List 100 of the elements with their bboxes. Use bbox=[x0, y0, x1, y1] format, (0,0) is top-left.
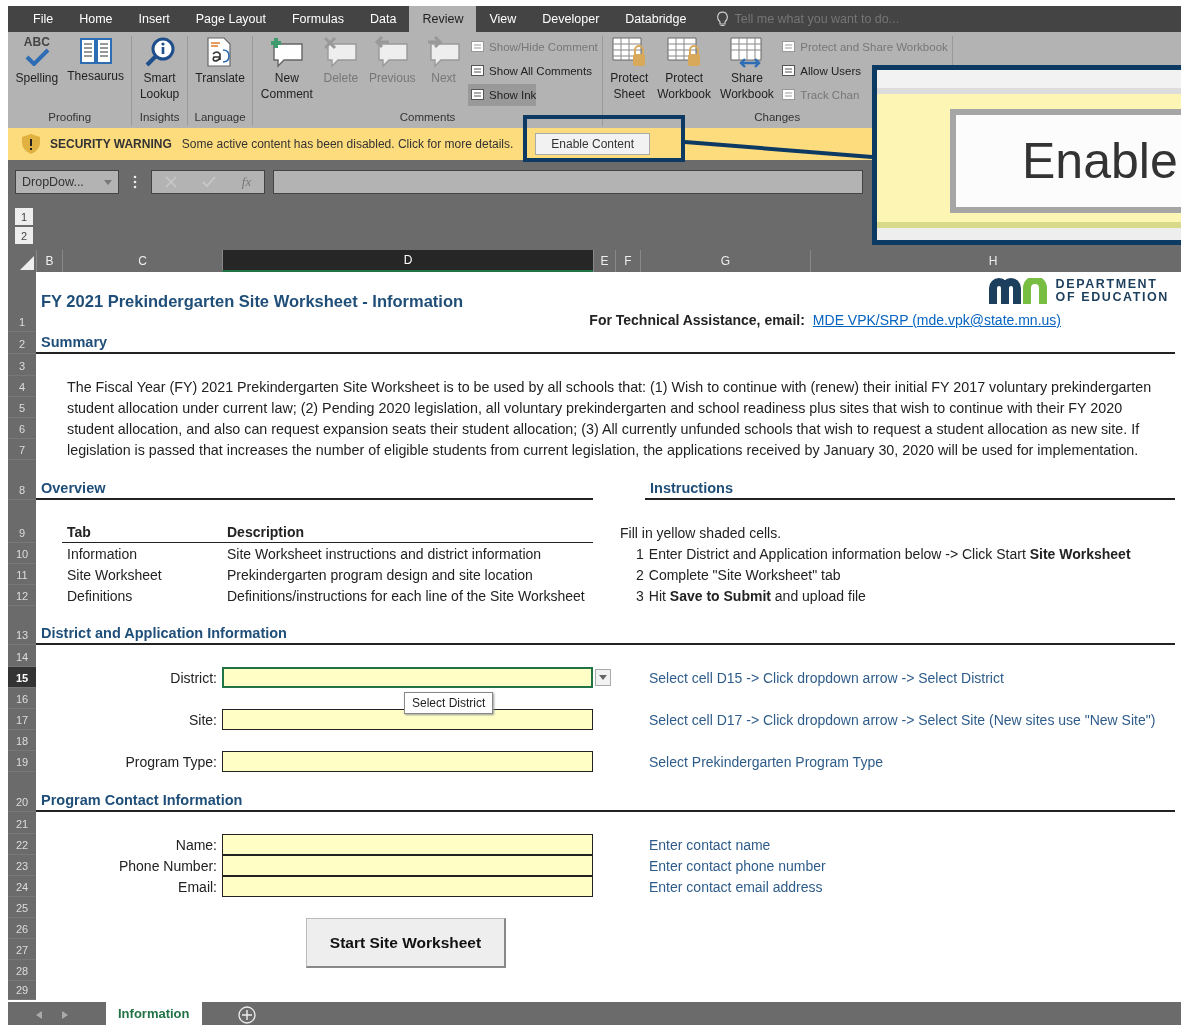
summary-text: legislation is passed that increases the number of eligible students from current legislation, the applications received by January 30, 2020 will be used for implementation. bbox=[66, 440, 1140, 460]
step-number: 2 bbox=[636, 566, 644, 583]
row-header[interactable]: 26 bbox=[8, 918, 36, 939]
ribbon-button[interactable]: Protect Workbook bbox=[653, 36, 715, 102]
ribbon-tab[interactable]: Developer bbox=[529, 6, 613, 32]
row-header[interactable]: 15 bbox=[8, 667, 36, 688]
row-header[interactable]: 25 bbox=[8, 897, 36, 918]
row-header[interactable]: 3 bbox=[8, 354, 36, 376]
ribbon-tab[interactable]: Page Layout bbox=[182, 6, 279, 32]
ribbon-tab[interactable]: View bbox=[476, 6, 530, 32]
hint-text: Enter contact name bbox=[648, 835, 772, 855]
column-header[interactable]: D bbox=[222, 250, 593, 272]
row-header[interactable]: 11 bbox=[8, 564, 36, 585]
row-header[interactable]: 16 bbox=[8, 688, 36, 709]
row-header[interactable]: 2 bbox=[8, 332, 36, 354]
input-field[interactable] bbox=[222, 709, 593, 730]
select-all-icon[interactable] bbox=[20, 256, 34, 270]
outline-level-button[interactable]: 2 bbox=[15, 227, 33, 244]
table-cell-text: Definitions bbox=[66, 586, 134, 606]
ribbon-tab[interactable]: Formulas bbox=[278, 6, 358, 32]
column-header[interactable]: E bbox=[593, 250, 615, 272]
row-header[interactable]: 8 bbox=[8, 460, 36, 500]
email-link[interactable]: MDE VPK/SRP (mde.vpk@state.mn.us) bbox=[812, 312, 1061, 328]
row-header[interactable]: 18 bbox=[8, 730, 36, 751]
row-header[interactable]: 5 bbox=[8, 397, 36, 418]
row-header[interactable]: 19 bbox=[8, 751, 36, 772]
row-header[interactable]: 22 bbox=[8, 834, 36, 855]
ribbon-button[interactable]: New Comment bbox=[257, 36, 317, 102]
ribbon-tab[interactable]: Data bbox=[357, 6, 410, 32]
row-header[interactable]: 17 bbox=[8, 709, 36, 730]
warning-shield-icon bbox=[22, 134, 40, 154]
row-header[interactable]: 6 bbox=[8, 418, 36, 439]
row-header[interactable]: 27 bbox=[8, 939, 36, 960]
group-label: Language bbox=[193, 111, 247, 125]
step-number: 1 bbox=[636, 545, 644, 562]
row-header[interactable]: 13 bbox=[8, 606, 36, 645]
enable-content-button[interactable]: Enable Content bbox=[535, 133, 651, 155]
ribbon-button[interactable]: Translate bbox=[191, 36, 249, 86]
row-header[interactable]: 7 bbox=[8, 439, 36, 460]
column-header[interactable]: B bbox=[36, 250, 62, 272]
share-workbook-icon bbox=[728, 36, 765, 68]
table-cell-text: Information bbox=[66, 544, 139, 564]
input-field[interactable] bbox=[222, 855, 593, 876]
row-header[interactable]: 4 bbox=[8, 376, 36, 397]
row-header[interactable]: 29 bbox=[8, 981, 36, 1000]
start-worksheet-button[interactable]: Start Site Worksheet bbox=[306, 918, 506, 968]
add-sheet-icon[interactable] bbox=[237, 1005, 256, 1024]
column-header[interactable]: H bbox=[810, 250, 1175, 272]
ribbon-small-icon bbox=[470, 87, 487, 103]
field-label: Name: bbox=[174, 835, 218, 855]
ribbon-button[interactable]: Show All Comments bbox=[468, 60, 592, 82]
ribbon-button[interactable]: Allow Users bbox=[779, 60, 862, 82]
ribbon-tab[interactable]: Home bbox=[66, 6, 126, 32]
row-header[interactable]: 20 bbox=[8, 772, 36, 812]
summary-text: student allocation, and also can request expansion seats their student allocation; (3) All currently unfunded schools that wish to request a student allocation as new site. If bbox=[66, 419, 1141, 439]
tooltip: Select District bbox=[404, 692, 494, 714]
input-field[interactable] bbox=[222, 751, 593, 772]
input-field[interactable] bbox=[222, 834, 593, 855]
table-cell-text: Site Worksheet bbox=[66, 565, 163, 585]
ribbon-button[interactable]: Smart Lookup bbox=[136, 36, 183, 102]
row-header[interactable]: 23 bbox=[8, 855, 36, 876]
group-label: Changes bbox=[753, 111, 802, 125]
drag-handle-icon[interactable] bbox=[133, 175, 137, 189]
delete-comment-icon bbox=[321, 36, 360, 68]
enable-button-magnified: Enable bbox=[950, 109, 1181, 213]
ribbon-tab[interactable]: Databridge bbox=[612, 6, 700, 32]
row-header[interactable]: 14 bbox=[8, 645, 36, 667]
column-header: Description bbox=[226, 523, 305, 542]
ribbon-tab[interactable]: Review bbox=[409, 6, 477, 32]
section-heading: Instructions bbox=[649, 480, 733, 498]
name-box[interactable]: DropDow... bbox=[15, 170, 119, 194]
ribbon-button[interactable]: ABC Spelling bbox=[12, 36, 62, 86]
input-field[interactable] bbox=[222, 876, 593, 897]
ribbon-tab[interactable]: Insert bbox=[125, 6, 183, 32]
security-warning-message[interactable]: Some active content has been disabled. Click for more details. bbox=[181, 137, 514, 151]
row-header[interactable]: 21 bbox=[8, 812, 36, 834]
row-header[interactable]: 10 bbox=[8, 543, 36, 564]
input-field[interactable] bbox=[222, 667, 593, 688]
table-cell-text: Prekindergarten program design and site location bbox=[226, 565, 534, 585]
row-header[interactable]: 24 bbox=[8, 876, 36, 897]
ribbon-button[interactable]: Protect Sheet bbox=[606, 36, 652, 102]
outline-level-button[interactable]: 1 bbox=[15, 208, 33, 225]
column-header[interactable]: G bbox=[640, 250, 810, 272]
row-header[interactable]: 9 bbox=[8, 500, 36, 543]
formula-field[interactable] bbox=[273, 170, 863, 194]
ribbon-tab[interactable]: File bbox=[20, 6, 67, 32]
ribbon-small-icon bbox=[781, 39, 798, 55]
row-header[interactable]: 12 bbox=[8, 585, 36, 606]
search-icon bbox=[143, 36, 176, 68]
ribbon-button[interactable]: Thesaurus bbox=[63, 36, 128, 84]
book-icon bbox=[78, 36, 113, 66]
sheet-tab[interactable]: Information bbox=[106, 1002, 202, 1025]
column-header[interactable]: F bbox=[615, 250, 640, 272]
row-header[interactable]: 28 bbox=[8, 960, 36, 981]
row-header[interactable]: 1 bbox=[8, 272, 36, 332]
column-header: Tab bbox=[66, 523, 92, 542]
hint-text: Select Prekindergarten Program Type bbox=[648, 752, 884, 772]
ribbon-button[interactable]: Share Workbook bbox=[716, 36, 778, 102]
ribbon-button[interactable]: Show Ink bbox=[468, 84, 537, 106]
hint-text: Enter contact phone number bbox=[648, 856, 827, 876]
